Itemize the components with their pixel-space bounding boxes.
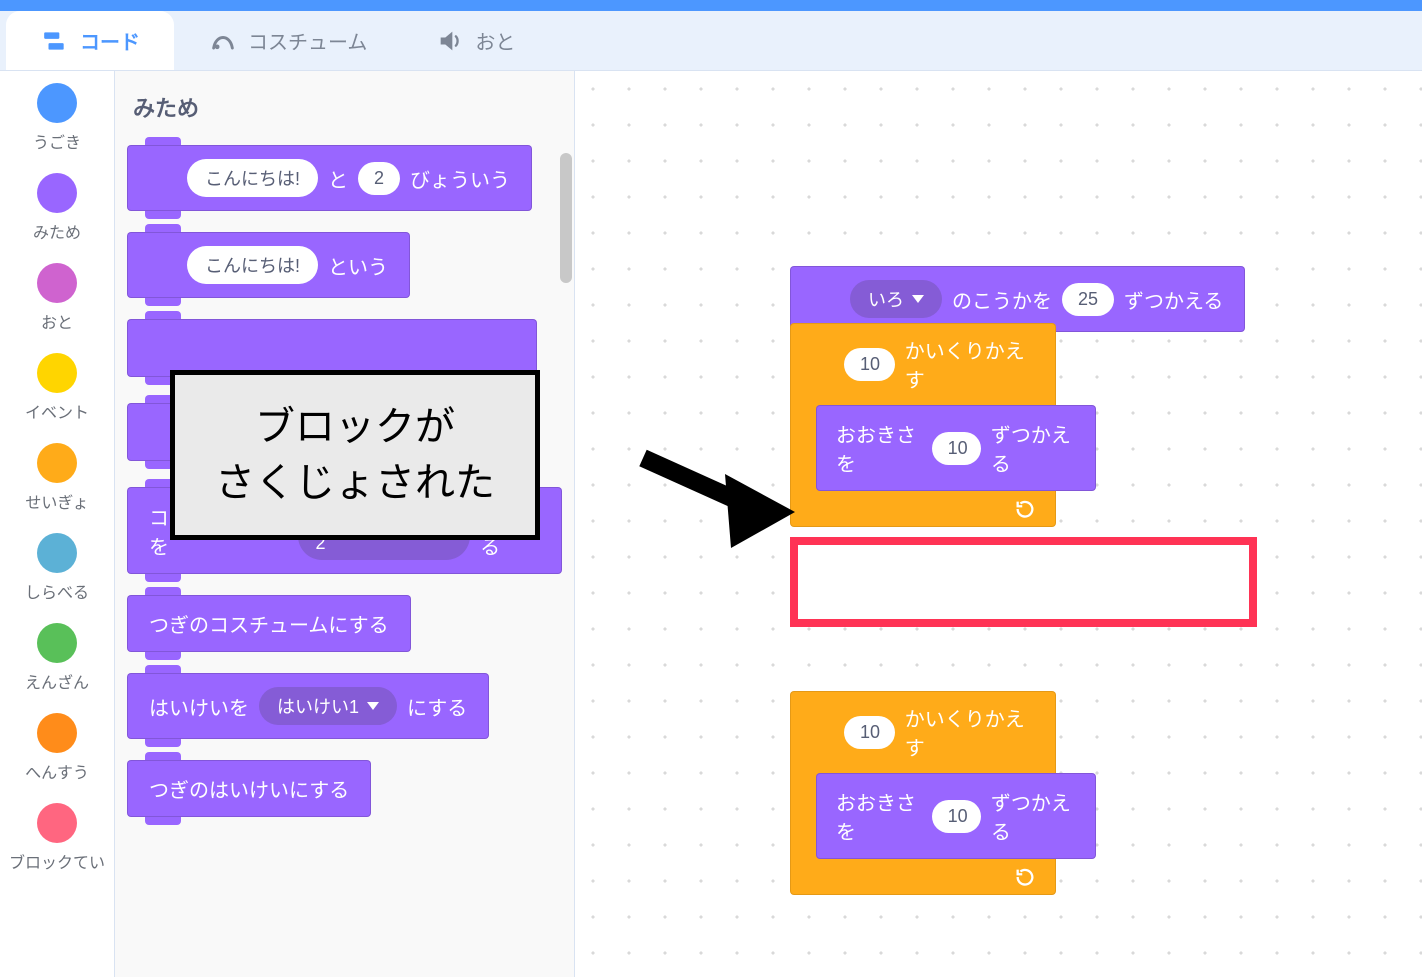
category-color-icon: [37, 803, 77, 843]
loop-arrow-icon: [1014, 498, 1036, 520]
category-label: へんすう: [25, 759, 89, 783]
category-color-icon: [37, 353, 77, 393]
tab-sounds[interactable]: おと: [401, 11, 549, 70]
repeat-count-input[interactable]: 10: [844, 716, 895, 749]
category-7[interactable]: へんすう: [25, 713, 89, 783]
block-text: と: [328, 164, 348, 193]
annotation-line1: ブロックが: [215, 399, 495, 455]
block-next-costume[interactable]: つぎのコスチュームにする: [127, 595, 411, 652]
tab-code[interactable]: コード: [6, 11, 174, 70]
block-text: かいくりかえす: [905, 703, 1036, 761]
code-icon: [40, 28, 70, 54]
category-color-icon: [37, 263, 77, 303]
tab-costumes[interactable]: コスチューム: [174, 11, 401, 70]
category-5[interactable]: しらべる: [25, 533, 89, 603]
backdrop-dropdown[interactable]: はいけい1: [259, 687, 397, 725]
annotation-arrow-icon: [635, 430, 805, 550]
category-color-icon: [37, 173, 77, 213]
sounds-icon: [435, 28, 465, 54]
block-change-size-1[interactable]: おおきさを 10 ずつかえる: [816, 405, 1096, 491]
block-text: おおきさを: [836, 787, 922, 845]
say-secs-input[interactable]: 2: [358, 162, 400, 195]
category-0[interactable]: うごき: [33, 83, 81, 153]
palette-scrollbar[interactable]: [560, 153, 572, 283]
block-next-backdrop[interactable]: つぎのはいけいにする: [127, 760, 371, 817]
block-switch-backdrop[interactable]: はいけいを はいけい1 にする: [127, 673, 489, 739]
block-text: はいけいを: [149, 692, 249, 721]
category-label: イベント: [25, 399, 89, 423]
category-label: せいぎょ: [25, 489, 88, 513]
block-say-for-secs[interactable]: こんにちは! と 2 びょういう: [127, 145, 532, 211]
category-label: うごき: [33, 129, 81, 153]
category-color-icon: [37, 623, 77, 663]
palette-title: みため: [133, 91, 562, 123]
block-text: つぎのコスチュームにする: [149, 609, 389, 638]
costumes-icon: [208, 28, 238, 54]
category-label: えんざん: [25, 669, 89, 693]
category-label: ブロックてい: [9, 849, 105, 873]
category-8[interactable]: ブロックてい: [9, 803, 105, 873]
deleted-block-highlight: [790, 537, 1257, 627]
category-3[interactable]: イベント: [25, 353, 89, 423]
block-text: おおきさを: [836, 419, 922, 477]
say-message-input[interactable]: こんにちは!: [187, 246, 318, 284]
size-value-input[interactable]: 10: [932, 432, 981, 465]
block-say[interactable]: こんにちは! という: [127, 232, 410, 298]
block-change-size-2[interactable]: おおきさを 10 ずつかえる: [816, 773, 1096, 859]
category-label: おと: [41, 309, 73, 333]
block-text: ずつかえる: [991, 419, 1076, 477]
block-text: びょういう: [410, 164, 510, 193]
loop-arrow-icon: [1014, 866, 1036, 888]
block-text: つぎのはいけいにする: [149, 774, 349, 803]
tab-code-label: コード: [80, 26, 140, 55]
size-value-input[interactable]: 10: [932, 800, 981, 833]
block-text: かいくりかえす: [905, 335, 1036, 393]
category-4[interactable]: せいぎょ: [25, 443, 88, 513]
block-text: ずつかえる: [1124, 285, 1223, 314]
block-text: のこうかを: [952, 285, 1052, 314]
category-color-icon: [37, 443, 77, 483]
tab-sounds-label: おと: [475, 26, 515, 55]
repeat-count-input[interactable]: 10: [844, 348, 895, 381]
block-text: ずつかえる: [991, 787, 1076, 845]
color-dropdown[interactable]: いろ: [850, 280, 942, 318]
category-2[interactable]: おと: [37, 263, 77, 333]
annotation-line2: さくじょされた: [215, 455, 495, 511]
color-value-input[interactable]: 25: [1062, 283, 1114, 316]
block-repeat-1[interactable]: 10 かいくりかえす おおきさを 10 ずつかえる: [790, 323, 1056, 527]
category-color-icon: [37, 533, 77, 573]
say-message-input[interactable]: こんにちは!: [187, 159, 318, 197]
tab-costumes-label: コスチューム: [248, 26, 367, 55]
category-rail: うごきみためおとイベントせいぎょしらべるえんざんへんすうブロックてい: [0, 71, 115, 977]
category-1[interactable]: みため: [33, 173, 81, 243]
category-label: しらべる: [25, 579, 89, 603]
tab-bar: コード コスチューム おと: [0, 11, 1422, 71]
block-hidden-1[interactable]: [127, 319, 537, 377]
block-text: にする: [407, 692, 467, 721]
category-color-icon: [37, 83, 77, 123]
category-6[interactable]: えんざん: [25, 623, 89, 693]
category-label: みため: [33, 219, 81, 243]
block-repeat-2[interactable]: 10 かいくりかえす おおきさを 10 ずつかえる: [790, 691, 1056, 895]
top-bar: [0, 0, 1422, 11]
category-color-icon: [37, 713, 77, 753]
annotation-callout: ブロックが さくじょされた: [170, 370, 540, 540]
block-text: という: [328, 251, 388, 280]
